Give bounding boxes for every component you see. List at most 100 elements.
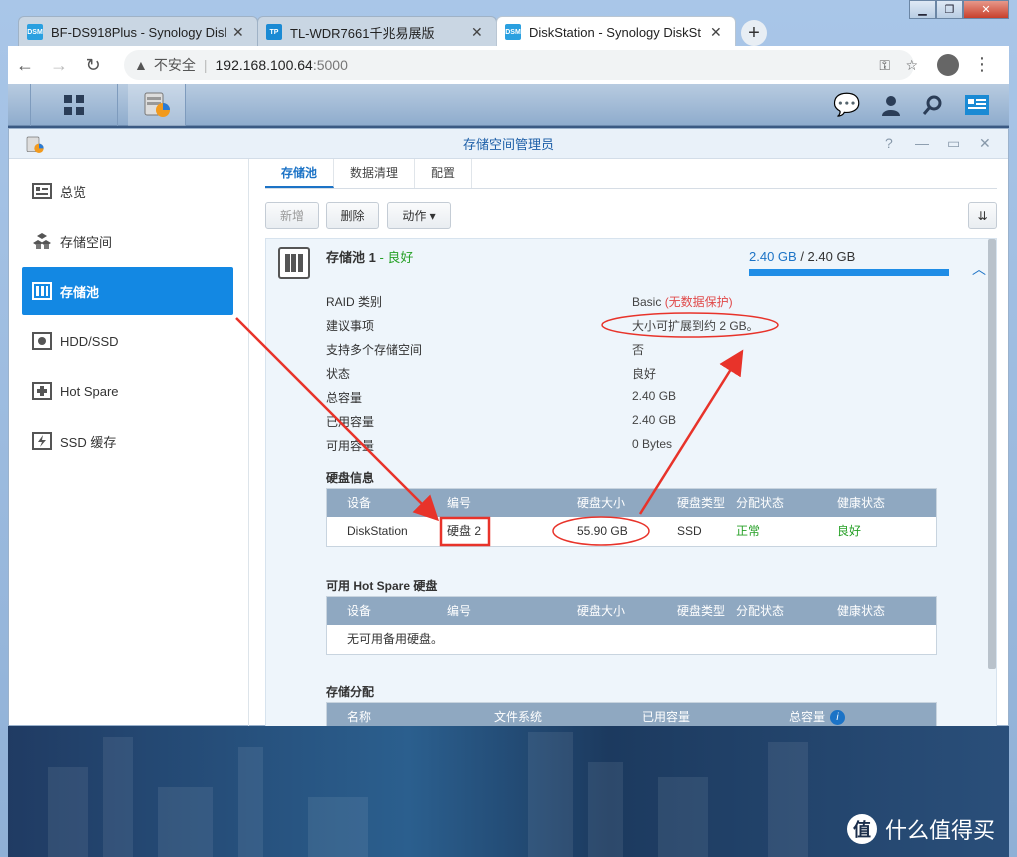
close-icon[interactable]: ✕ [979, 135, 991, 152]
sidebar: 总览 存储空间 存储池 HDD/SSD Hot Spare SSD 缓存 [9, 159, 249, 727]
cell-allocation-status: 正常 [736, 524, 761, 538]
storage-manager-taskbar-button[interactable] [128, 84, 186, 126]
sidebar-item-overview[interactable]: 总览 [22, 167, 233, 215]
close-tab-icon[interactable]: ✕ [471, 24, 483, 41]
column-header: 编号 [447, 604, 472, 618]
user-icon[interactable] [878, 84, 904, 126]
pool-total: 2.40 GB [807, 249, 856, 264]
vertical-scrollbar[interactable] [988, 239, 996, 669]
cubes-icon [32, 232, 52, 250]
insecure-label[interactable]: 不安全 [154, 55, 196, 75]
help-icon[interactable]: ? [885, 135, 893, 151]
storage-alloc-title: 存储分配 [326, 685, 375, 699]
pool-used: 2.40 GB [749, 249, 797, 264]
table-row[interactable]: DiskStation 硬盘 2 55.90 GB SSD 正常 良好 [327, 517, 936, 546]
capacity-separator: / [796, 249, 808, 264]
sidebar-item-volume[interactable]: 存储空间 [22, 217, 233, 265]
sort-icon[interactable]: ⇊ [968, 202, 997, 229]
hot-spare-title: 可用 Hot Spare 硬盘 [326, 579, 438, 593]
prop-value: 良好 [632, 367, 657, 381]
tp-link-favicon-icon: TP [266, 24, 282, 40]
browser-tab-3-active[interactable]: DSM DiskStation - Synology DiskSt ✕ [496, 16, 736, 47]
main-panel: 存储池 数据清理 配置 新增 删除 动作 ▾ ⇊ 存储池 1 - 良好 2.40… [265, 159, 1005, 731]
dsm-favicon-icon: DSM [505, 24, 521, 40]
forward-arrow-icon[interactable]: → [42, 55, 76, 76]
address-bar-row: ← → ↻ ▲ 不安全 | 192.168.100.64:5000 ⚿ ☆ ⋮ [8, 46, 1009, 84]
sidebar-item-label: SSD 缓存 [60, 434, 117, 450]
column-header: 编号 [447, 496, 472, 510]
dsm-favicon-icon: DSM [27, 24, 43, 40]
prop-value: 0 Bytes [632, 437, 673, 451]
maximize-icon[interactable]: ▭ [947, 135, 960, 152]
disk-info-table: 设备 编号 硬盘大小 硬盘类型 分配状态 健康状态 DiskStation 硬盘… [326, 488, 937, 547]
url-field[interactable]: ▲ 不安全 | 192.168.100.64:5000 ⚿ ☆ [124, 50, 918, 80]
chat-icon[interactable]: 💬 [833, 84, 860, 126]
reload-icon[interactable]: ↻ [76, 55, 110, 76]
sidebar-item-label: 存储空间 [60, 234, 113, 250]
sidebar-item-label: HDD/SSD [60, 333, 119, 349]
browser-tab-title: BF-DS918Plus - Synology Disk [51, 24, 226, 40]
tab-storage-pool[interactable]: 存储池 [265, 159, 335, 188]
sidebar-item-hdd-ssd[interactable]: HDD/SSD [22, 317, 233, 365]
action-dropdown-button[interactable]: 动作 ▾ [387, 202, 451, 229]
sidebar-item-storage-pool[interactable]: 存储池 [22, 267, 233, 315]
bookmark-star-icon[interactable]: ☆ [905, 57, 918, 74]
search-icon[interactable] [920, 84, 946, 126]
prop-label: 总容量 [326, 391, 363, 405]
browser-tab-1[interactable]: DSM BF-DS918Plus - Synology Disk ✕ [18, 16, 258, 47]
sidebar-item-label: 存储池 [60, 284, 100, 300]
prop-value: 大小可扩展到约 2 GB。 [632, 319, 759, 333]
close-tab-icon[interactable]: ✕ [232, 24, 244, 41]
prop-label: 建议事项 [326, 319, 375, 333]
no-protection-note: (无数据保护) [664, 295, 733, 309]
column-header: 健康状态 [837, 604, 886, 618]
tab-bar: 存储池 数据清理 配置 [265, 159, 997, 189]
browser-tab-2[interactable]: TP TL-WDR7661千兆易展版 ✕ [257, 16, 497, 47]
disk-info-title: 硬盘信息 [326, 471, 375, 485]
storage-manager-icon [26, 136, 44, 153]
column-header: 硬盘类型 [677, 604, 726, 618]
key-icon[interactable]: ⚿ [879, 57, 890, 74]
storage-manager-icon [144, 92, 170, 117]
raid-type-value: Basic [632, 295, 662, 309]
sidebar-item-label: 总览 [60, 184, 87, 200]
column-header: 设备 [347, 496, 372, 510]
table-header: 设备 编号 硬盘大小 硬盘类型 分配状态 健康状态 [327, 489, 936, 517]
back-arrow-icon[interactable]: ← [8, 55, 42, 76]
warning-triangle-icon[interactable]: ▲ [134, 57, 148, 73]
account-avatar-icon[interactable] [937, 54, 959, 76]
plus-box-icon [32, 382, 52, 400]
browser-tab-title: TL-WDR7661千兆易展版 [290, 25, 435, 41]
column-header: 分配状态 [736, 604, 785, 618]
tab-settings[interactable]: 配置 [415, 159, 473, 188]
tab-data-scrubbing[interactable]: 数据清理 [334, 159, 416, 188]
pool-title: 存储池 1 - 良好 [326, 247, 413, 266]
widgets-icon[interactable] [960, 84, 994, 126]
storage-pool-icon [32, 282, 52, 300]
pool-capacity-text: 2.40 GB / 2.40 GB [749, 249, 855, 264]
column-header: 设备 [347, 604, 372, 618]
hot-spare-table: 设备 编号 硬盘大小 硬盘类型 分配状态 健康状态 无可用备用硬盘。 [326, 596, 937, 655]
watermark-icon: 值 [846, 814, 877, 844]
url-separator: | [203, 57, 208, 73]
cell-disk-type: SSD [677, 524, 702, 538]
sidebar-item-ssd-cache[interactable]: SSD 缓存 [22, 417, 233, 465]
new-button[interactable]: 新增 [265, 202, 319, 229]
pool-usage-bar [749, 269, 949, 276]
collapse-chevron-icon[interactable]: ︿ [972, 259, 986, 279]
empty-row: 无可用备用硬盘。 [327, 625, 936, 654]
column-header: 硬盘大小 [577, 496, 626, 510]
column-header: 分配状态 [736, 496, 785, 510]
minimize-icon[interactable]: — [915, 135, 929, 151]
browser-menu-icon[interactable]: ⋮ [973, 54, 991, 75]
app-title: 存储空间管理员 [462, 137, 554, 152]
sidebar-item-hot-spare[interactable]: Hot Spare [22, 367, 233, 415]
storage-pool-icon [278, 247, 310, 279]
browser-tab-title: DiskStation - Synology DiskSt [529, 24, 701, 40]
info-icon[interactable]: i [830, 710, 845, 725]
main-menu-button[interactable] [30, 84, 118, 126]
new-tab-button[interactable]: + [741, 20, 767, 46]
close-tab-icon[interactable]: ✕ [710, 24, 722, 41]
delete-button[interactable]: 删除 [326, 202, 379, 229]
app-titlebar[interactable]: 存储空间管理员 ? — ▭ ✕ [9, 129, 1008, 159]
